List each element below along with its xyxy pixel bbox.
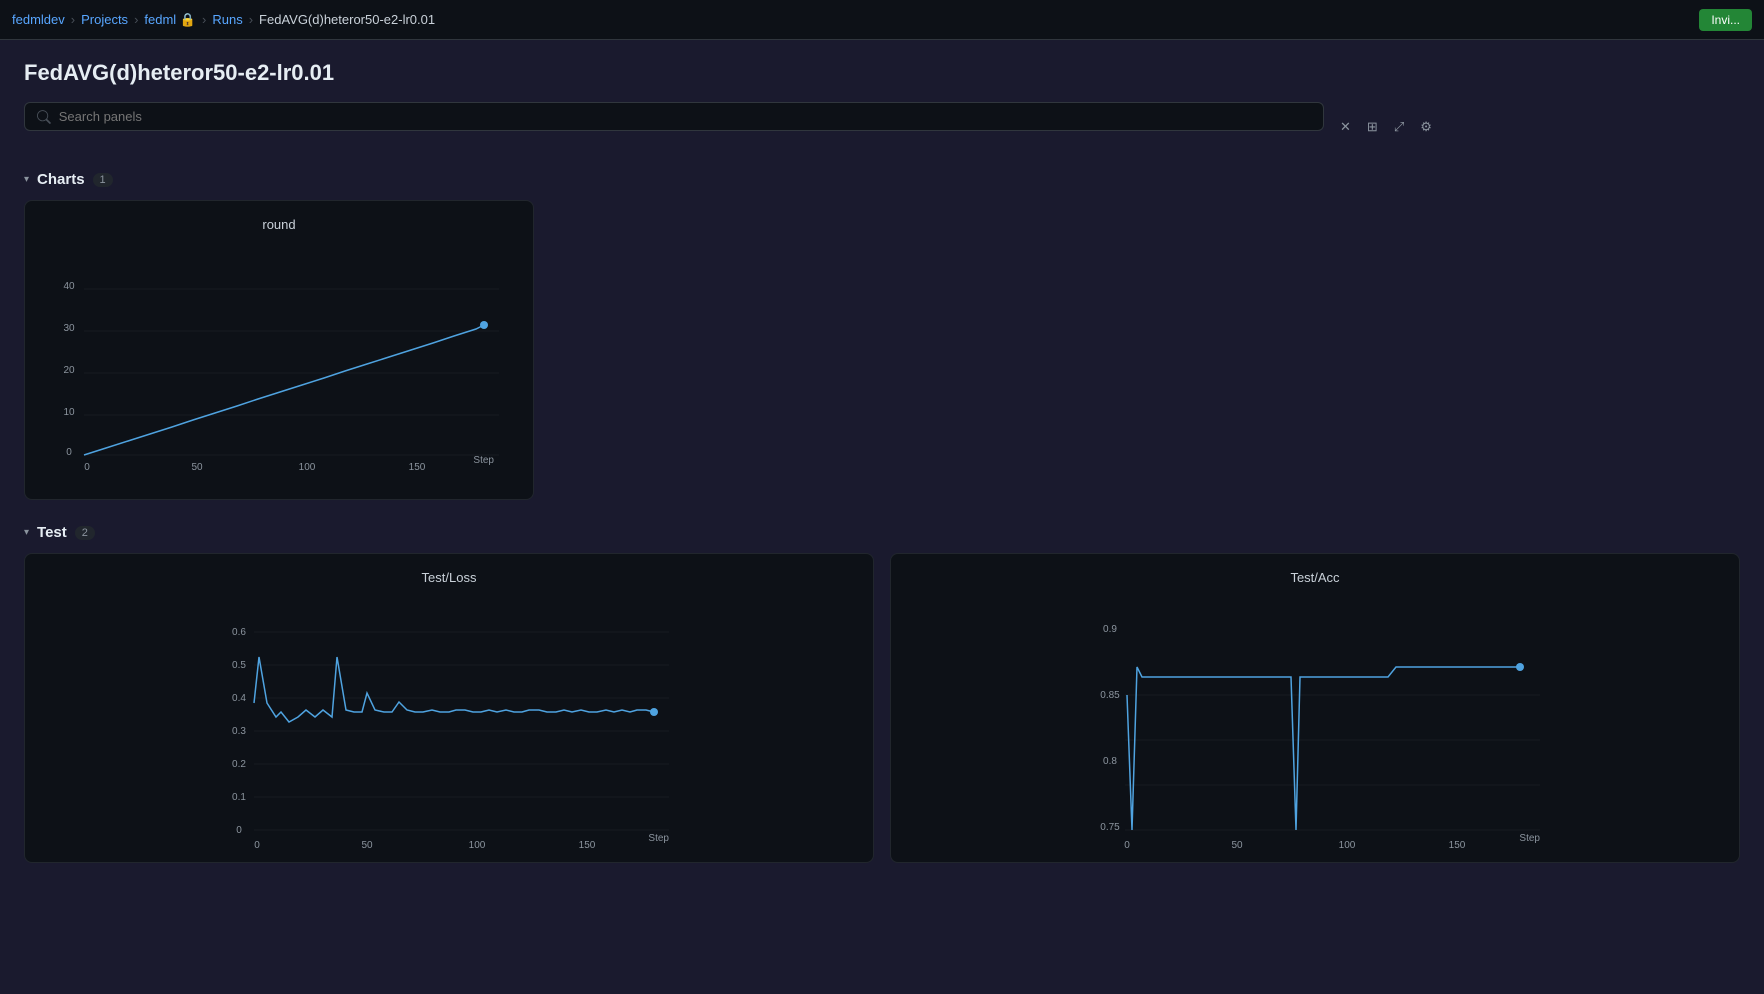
y-tick-0: 0 <box>66 447 72 458</box>
test-acc-chart-card: Test/Acc 0.75 0.8 0.85 0.9 0 50 100 150 … <box>890 553 1740 863</box>
test-loss-chart-line <box>254 657 654 722</box>
grid-icon[interactable]: ⊞ <box>1363 115 1382 139</box>
invite-button[interactable]: Invi... <box>1699 9 1752 31</box>
x-tick-100: 100 <box>469 840 486 851</box>
y-tick-0.85: 0.85 <box>1100 690 1120 701</box>
search-input[interactable] <box>59 109 1311 124</box>
test-section-header[interactable]: ▾ Test 2 <box>24 524 1740 541</box>
x-tick-150: 150 <box>1449 840 1466 851</box>
x-tick-50: 50 <box>361 840 373 851</box>
y-tick-0: 0 <box>236 825 242 836</box>
y-tick-0.2: 0.2 <box>232 759 246 770</box>
test-acc-chart-svg: 0.75 0.8 0.85 0.9 0 50 100 150 Step <box>907 593 1723 843</box>
expand-icon[interactable]: ⤢ <box>1390 115 1408 139</box>
test-loss-chart-svg: 0 0.1 0.2 0.3 0.4 0.5 0.6 0 50 100 150 S… <box>41 593 857 843</box>
x-tick-0: 0 <box>1124 840 1130 851</box>
charts-section-header[interactable]: ▾ Charts 1 <box>24 171 1740 188</box>
test-loss-endpoint <box>650 708 658 716</box>
round-chart-svg: 0 10 20 30 40 0 50 100 150 Step <box>41 240 517 480</box>
y-tick-40: 40 <box>63 281 75 292</box>
breadcrumb-runs[interactable]: Runs <box>212 12 242 27</box>
y-tick-10: 10 <box>63 407 75 418</box>
x-tick-100: 100 <box>1339 840 1356 851</box>
x-axis-label: Step <box>648 833 669 844</box>
charts-section-title: Charts <box>37 171 85 188</box>
x-axis-label: Step <box>1519 833 1540 844</box>
x-axis-label: Step <box>473 455 494 466</box>
round-chart-line <box>84 325 484 455</box>
breadcrumb-sep-4: › <box>249 12 253 27</box>
settings-icon[interactable]: ⚙ <box>1416 115 1436 139</box>
test-charts-grid: Test/Loss 0 0.1 0.2 0.3 0.4 0.5 0.6 0 50… <box>24 553 1740 863</box>
y-tick-0.75: 0.75 <box>1100 822 1120 833</box>
y-tick-0.4: 0.4 <box>232 693 246 704</box>
y-tick-30: 30 <box>63 323 75 334</box>
x-tick-100: 100 <box>299 462 316 473</box>
test-section-title: Test <box>37 524 67 541</box>
y-tick-0.1: 0.1 <box>232 792 246 803</box>
breadcrumb-sep-2: › <box>134 12 138 27</box>
breadcrumb-sep-1: › <box>71 12 75 27</box>
test-loss-chart-card: Test/Loss 0 0.1 0.2 0.3 0.4 0.5 0.6 0 50… <box>24 553 874 863</box>
round-chart-endpoint <box>480 321 488 329</box>
search-row: ✕ ⊞ ⤢ ⚙ <box>24 102 1740 151</box>
test-acc-chart-line <box>1127 667 1520 830</box>
round-chart-card: round 0 10 20 30 40 0 50 100 150 Step <box>24 200 534 500</box>
y-tick-0.3: 0.3 <box>232 726 246 737</box>
test-section-count: 2 <box>75 526 95 540</box>
breadcrumb-fedml[interactable]: fedml 🔒 <box>144 12 196 28</box>
search-icon <box>37 110 51 124</box>
toolbar-icons: ✕ ⊞ ⤢ ⚙ <box>1336 115 1436 139</box>
breadcrumb-current: FedAVG(d)heteror50-e2-lr0.01 <box>259 12 435 27</box>
x-tick-50: 50 <box>1231 840 1243 851</box>
x-tick-0: 0 <box>254 840 260 851</box>
close-panels-icon[interactable]: ✕ <box>1336 115 1355 139</box>
x-tick-150: 150 <box>409 462 426 473</box>
y-tick-0.5: 0.5 <box>232 660 246 671</box>
charts-section-count: 1 <box>93 173 113 187</box>
y-tick-0.6: 0.6 <box>232 627 246 638</box>
y-tick-20: 20 <box>63 365 75 376</box>
charts-chevron-icon: ▾ <box>24 174 29 185</box>
test-acc-chart-title: Test/Acc <box>907 570 1723 585</box>
y-tick-0.80: 0.8 <box>1103 756 1117 767</box>
test-chevron-icon: ▾ <box>24 527 29 538</box>
page-content: FedAVG(d)heteror50-e2-lr0.01 ✕ ⊞ ⤢ ⚙ ▾ C… <box>0 40 1764 907</box>
round-chart-title: round <box>41 217 517 232</box>
test-section: ▾ Test 2 Test/Loss 0 0.1 0.2 0.3 0.4 0.5… <box>24 524 1740 863</box>
breadcrumb-sep-3: › <box>202 12 206 27</box>
x-tick-0: 0 <box>84 462 90 473</box>
test-loss-chart-title: Test/Loss <box>41 570 857 585</box>
search-bar[interactable] <box>24 102 1324 131</box>
breadcrumb-fedmldev[interactable]: fedmldev <box>12 12 65 27</box>
y-tick-0.90: 0.9 <box>1103 624 1117 635</box>
page-title: FedAVG(d)heteror50-e2-lr0.01 <box>24 60 1740 86</box>
breadcrumb: fedmldev › Projects › fedml 🔒 › Runs › F… <box>12 12 435 28</box>
x-tick-150: 150 <box>579 840 596 851</box>
x-tick-50: 50 <box>191 462 203 473</box>
charts-grid: round 0 10 20 30 40 0 50 100 150 Step <box>24 200 1740 500</box>
test-acc-endpoint <box>1516 663 1524 671</box>
top-nav: fedmldev › Projects › fedml 🔒 › Runs › F… <box>0 0 1764 40</box>
breadcrumb-projects[interactable]: Projects <box>81 12 128 27</box>
